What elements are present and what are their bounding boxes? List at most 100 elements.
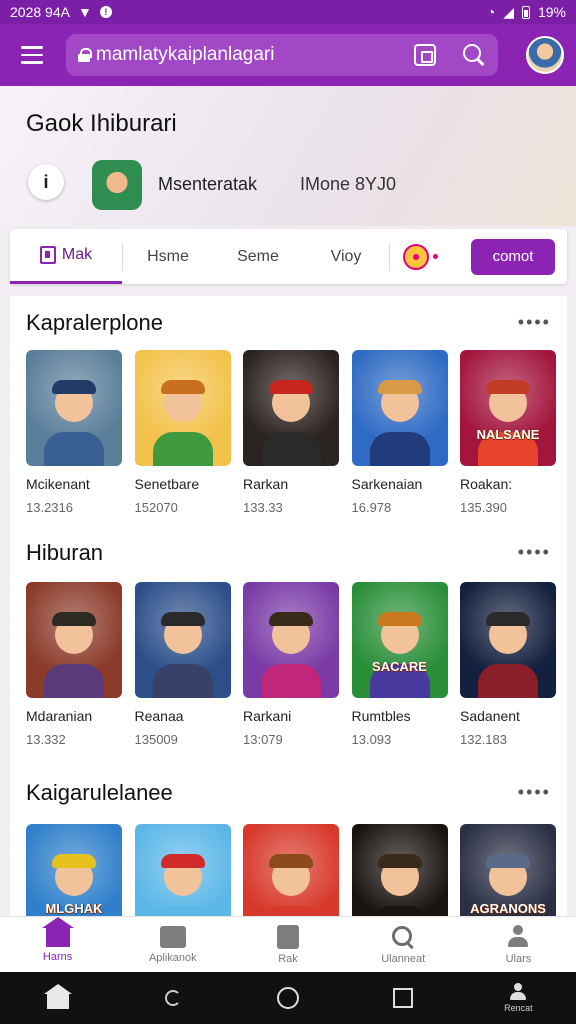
character-body (44, 432, 104, 466)
game-row: Mcikenant 13.2316 Senetbare 152070 Rarkan 133… (26, 350, 556, 515)
circle-icon (276, 987, 299, 1009)
more-options-icon[interactable]: •••• (518, 542, 551, 563)
tab-vioy[interactable]: Vioy (303, 229, 389, 284)
game-banner-text: NALSANE (476, 426, 540, 442)
nav-search[interactable]: Ulanneat (346, 917, 461, 972)
game-card[interactable]: SACARE Rumtbles 13.093 (351, 582, 448, 747)
avatar[interactable] (526, 36, 564, 74)
search-icon[interactable] (462, 43, 486, 67)
nav-home[interactable]: Harns (0, 916, 115, 972)
coin-icon (402, 243, 429, 270)
game-count: 13.093 (351, 732, 392, 747)
game-thumbnail (26, 350, 122, 466)
game-card[interactable]: Senetbare 152070 (134, 350, 231, 515)
tab-hsme[interactable]: Hsme (123, 229, 213, 284)
character-hat (52, 612, 96, 627)
nav-apps[interactable]: Aplikanok (115, 917, 230, 972)
account-label: Rencat (504, 1003, 533, 1013)
tab-label: Mak (61, 246, 93, 263)
game-name: Senetbare (134, 476, 200, 492)
character-hat (52, 380, 96, 395)
nav-label: Harns (42, 950, 73, 963)
url-text: mamlatykaiplanlagari (96, 44, 275, 65)
game-card[interactable]: Sadanent 132.183 (460, 582, 556, 747)
game-name: Rumtbles (351, 708, 411, 724)
character-hat (269, 612, 313, 627)
game-count: 13.2316 (26, 500, 73, 515)
character-hat (377, 854, 422, 869)
coin-button[interactable] (390, 229, 450, 284)
tab-seme[interactable]: Seme (213, 229, 303, 284)
game-card[interactable]: NALSANE Roakan: 135.390 (460, 350, 556, 515)
game-count: 13:079 (243, 732, 283, 747)
section-title: Kaigarulelanee (26, 780, 173, 805)
game-thumbnail (243, 350, 339, 466)
page-title: Gaok Ihiburari (26, 110, 177, 137)
app-meta: IMone 8YJ0 (300, 174, 397, 194)
game-card[interactable]: Rarkan 133.33 (243, 350, 339, 515)
character-hat (486, 380, 530, 395)
game-card[interactable]: Mcikenant 13.2316 (26, 350, 122, 515)
character-body (44, 664, 104, 698)
game-card[interactable]: Mdaranian 13.332 (26, 582, 122, 747)
tab-label: Hsme (147, 247, 189, 265)
battery-icon (521, 5, 530, 19)
system-account-button[interactable]: Rencat (498, 978, 538, 1018)
game-count: 16.978 (351, 500, 392, 515)
character-hat (52, 854, 96, 869)
game-card[interactable]: Sarkenaian 16.978 (351, 350, 448, 515)
system-recents-button[interactable] (383, 978, 423, 1018)
game-card[interactable]: Reanaa 135009 (134, 582, 231, 747)
character-body (152, 664, 213, 698)
character-body (261, 664, 321, 698)
character-hat (269, 854, 313, 869)
info-button[interactable]: i (28, 164, 64, 200)
nav-label: Ulars (505, 952, 532, 965)
nav-user[interactable]: Ulars (461, 917, 576, 972)
back-icon (164, 990, 181, 1006)
app-bar: mamlatykaiplanlagari (0, 24, 576, 86)
game-count: 133.33 (243, 500, 283, 515)
game-thumbnail (243, 582, 339, 698)
app-name: Msenteratak (158, 174, 258, 194)
game-card[interactable]: Rarkani 13:079 (243, 582, 339, 747)
more-options-icon[interactable]: •••• (518, 782, 551, 803)
more-options-icon[interactable]: •••• (518, 312, 551, 333)
status-bar: 2028 94A ▼ ! ◔ ◢ 19% (0, 0, 576, 24)
lock-icon (78, 48, 92, 62)
character-hat (377, 380, 422, 395)
nav-label: Rak (278, 952, 298, 965)
menu-icon[interactable] (12, 35, 52, 75)
game-row: Mdaranian 13.332 Reanaa 135009 Rarkani 13:079… (26, 582, 556, 747)
game-name: Mcikenant (26, 476, 90, 492)
bookmark-icon (39, 246, 56, 264)
nav-library[interactable]: Rak (230, 917, 345, 972)
app-icon[interactable] (92, 160, 142, 210)
signal-icon: ◢ (503, 3, 514, 20)
character-body (478, 664, 538, 698)
game-count: 135.390 (460, 500, 507, 515)
game-name: Sarkenaian (351, 476, 423, 492)
tab-bar: Mak Hsme Seme Vioy comot (10, 229, 567, 284)
address-bar[interactable]: mamlatykaiplanlagari (66, 34, 498, 76)
game-banner-text: MLGHAK (45, 900, 103, 916)
bottom-nav: Harns Aplikanok Rak Ulanneat Ulars (0, 916, 576, 972)
game-name: Rarkan (243, 476, 289, 492)
game-thumbnail (460, 582, 556, 698)
cta-button[interactable]: comot (471, 238, 555, 275)
system-back-button[interactable] (153, 978, 193, 1018)
tab-mak[interactable]: Mak (10, 229, 122, 284)
game-name: Reanaa (134, 708, 184, 724)
battery-percent: 19% (537, 4, 566, 20)
apps-icon (159, 925, 186, 948)
tabs-icon[interactable] (414, 44, 436, 66)
dot-icon (432, 254, 438, 259)
nav-label: Ulanneat (381, 952, 426, 965)
game-thumbnail: SACARE (351, 582, 448, 698)
game-name: Sadanent (460, 708, 520, 724)
system-home-button[interactable] (38, 978, 78, 1018)
system-circle-button[interactable] (268, 978, 308, 1018)
home-icon (41, 916, 74, 947)
alert-icon: ! (99, 6, 112, 18)
game-count: 13.332 (26, 732, 66, 747)
